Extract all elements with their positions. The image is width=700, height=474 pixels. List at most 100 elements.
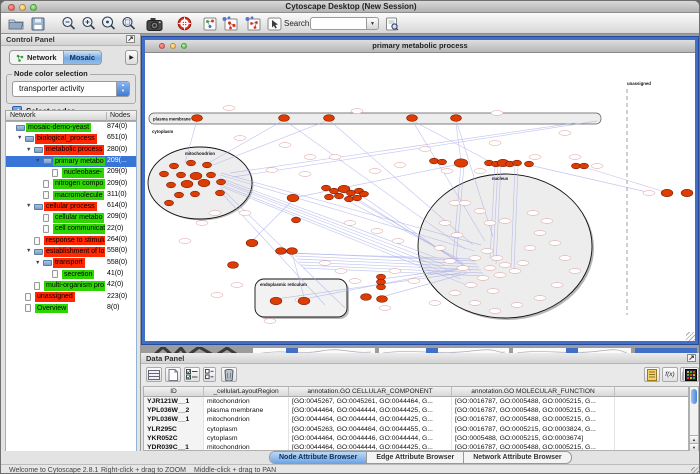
table-cell[interactable]: mitochondrion	[204, 415, 289, 424]
table-cell[interactable]: YKR052C	[144, 434, 204, 443]
graph-node[interactable]	[377, 284, 386, 290]
graph-label-node[interactable]	[484, 266, 496, 271]
graph-node[interactable]	[170, 163, 179, 169]
graph-label-node[interactable]	[394, 163, 406, 168]
table-cell[interactable]: [GO:0016787, GO:0005488, GO:0005215, G..…	[452, 443, 615, 451]
graph-label-node[interactable]	[369, 169, 381, 174]
graph-label-node[interactable]	[529, 155, 541, 160]
tree-node-label[interactable]: metabolic process	[44, 145, 104, 155]
graph-label-node[interactable]	[494, 273, 506, 278]
graph-label-node[interactable]	[389, 269, 401, 274]
table-cell[interactable]: [GO:0005488, GO:0005215, GO:0003674]	[452, 434, 615, 443]
graph-label-node[interactable]	[196, 221, 208, 226]
graph-label-node[interactable]	[474, 169, 486, 174]
tree-node-label[interactable]: cellular metabo	[53, 213, 104, 223]
graph-label-node[interactable]	[231, 283, 243, 288]
graph-node[interactable]	[270, 297, 282, 304]
graph-node[interactable]	[438, 159, 447, 165]
graph-label-node[interactable]	[179, 239, 191, 244]
search-options-button[interactable]	[383, 15, 401, 32]
graph-label-node[interactable]	[569, 155, 581, 160]
zoom-in-button[interactable]	[79, 15, 97, 32]
apply-layout-alt-button[interactable]	[243, 15, 261, 32]
zoom-fit-button[interactable]	[99, 15, 117, 32]
delete-attribute-button[interactable]	[221, 367, 237, 382]
help-button[interactable]	[175, 15, 193, 32]
graph-label-node[interactable]	[511, 303, 523, 308]
table-cell[interactable]: YPL036W__1	[144, 415, 204, 424]
table-cell[interactable]: [GO:0045267, GO:0045261, GO:0044464, G..…	[289, 397, 452, 406]
graph-label-node[interactable]	[329, 155, 341, 160]
table-cell[interactable]: [GO:0045263, GO:0044464, GO:0044455, G..…	[289, 425, 452, 434]
tree-row[interactable]: ▼metabolic process280(0)	[6, 145, 136, 156]
graph-label-node[interactable]	[457, 266, 469, 271]
tree-node-label[interactable]: mosaic-demo-yeast	[26, 123, 91, 133]
graph-label-node[interactable]	[441, 169, 453, 174]
attribute-list-button[interactable]	[644, 367, 660, 382]
graph-label-node[interactable]	[429, 301, 441, 306]
graph-node[interactable]	[216, 190, 225, 196]
tree-node-label[interactable]: cellular process	[44, 202, 97, 212]
graph-label-node[interactable]	[559, 256, 571, 261]
tab-network-attribute-browser[interactable]: Network Attribute Browser	[463, 452, 570, 463]
tree-node-label[interactable]: secretion	[62, 270, 94, 280]
expand-arrow-icon[interactable]: ▼	[35, 158, 40, 164]
save-session-button[interactable]	[29, 15, 47, 32]
graph-label-node[interactable]	[643, 191, 655, 196]
expand-arrow-icon[interactable]: ▼	[26, 147, 31, 153]
search-dropdown-icon[interactable]: ▼	[367, 17, 379, 30]
table-cell[interactable]: [GO:0016787, GO:0005488, GO:0005215, G..…	[452, 415, 615, 424]
tree-row[interactable]: nucleobase-209(0)	[6, 167, 136, 178]
table-column-header[interactable]: _cellularLayoutRegion	[204, 387, 289, 397]
graph-node[interactable]	[217, 179, 226, 185]
graph-label-node[interactable]	[434, 246, 446, 251]
graph-label-node[interactable]	[469, 256, 481, 261]
graph-label-node[interactable]	[223, 106, 235, 111]
zoom-out-button[interactable]	[59, 15, 77, 32]
network-window-titlebar[interactable]: primary metabolic process	[145, 40, 695, 53]
table-cell[interactable]: [GO:0016787, GO:0005488, GO:0005215, G..…	[452, 406, 615, 415]
graph-label-node[interactable]	[534, 231, 546, 236]
graph-node[interactable]	[228, 262, 239, 269]
graph-label-node[interactable]	[234, 136, 246, 141]
tree-row[interactable]: unassigned223(0)	[6, 292, 136, 303]
graph-label-node[interactable]	[279, 143, 291, 148]
graph-node[interactable]	[661, 189, 673, 196]
region-plasma-membrane[interactable]	[149, 113, 601, 124]
tree-row[interactable]: macromolecule311(0)	[6, 190, 136, 201]
graph-label-node[interactable]	[239, 211, 251, 216]
graph-label-node[interactable]	[541, 219, 553, 224]
apply-layout-button[interactable]	[220, 15, 238, 32]
graph-label-node[interactable]	[264, 319, 276, 324]
graph-label-node[interactable]	[549, 241, 561, 246]
expand-arrow-icon[interactable]: ▼	[35, 260, 40, 266]
graph-label-node[interactable]	[344, 221, 356, 226]
table-cell[interactable]: plasma membrane	[204, 406, 289, 415]
network-canvas[interactable]: plasma membranecytoplasmmitochondrionnuc…	[145, 53, 695, 341]
graph-label-node[interactable]	[459, 201, 471, 206]
table-cell[interactable]: [GO:0044464, GO:0044446, GO:0044444, G..…	[289, 434, 452, 443]
table-column-header[interactable]: annotation.GO MOLECULAR_FUNCTION	[452, 387, 615, 397]
graph-label-node[interactable]	[474, 209, 486, 214]
graph-label-node[interactable]	[534, 296, 546, 301]
table-cell[interactable]: [GO:0044464, GO:0044444, GO:0044425, G..…	[289, 406, 452, 415]
zoom-selected-button[interactable]	[119, 15, 137, 32]
tree-row[interactable]: response to stimulu264(0)	[6, 235, 136, 246]
graph-node[interactable]	[167, 182, 176, 188]
graph-node[interactable]	[454, 159, 468, 167]
search-input[interactable]	[310, 17, 367, 30]
tab-node-attribute-browser[interactable]: Node Attribute Browser	[270, 452, 366, 463]
graph-node[interactable]	[276, 248, 287, 255]
graph-label-node[interactable]	[484, 221, 496, 226]
graph-node[interactable]	[181, 180, 193, 187]
network-overview-button[interactable]	[201, 15, 219, 32]
graph-node[interactable]	[187, 160, 196, 166]
graph-node[interactable]	[430, 158, 439, 164]
tree-node-label[interactable]: primary metabo	[53, 157, 105, 167]
graph-label-node[interactable]	[444, 259, 456, 264]
tree-row[interactable]: nitrogen compo209(0)	[6, 179, 136, 190]
graph-label-node[interactable]	[451, 233, 463, 238]
tree-row[interactable]: cellular metabo209(0)	[6, 212, 136, 223]
graph-label-node[interactable]	[499, 219, 511, 224]
tree-node-label[interactable]: cell communicat	[53, 224, 105, 234]
